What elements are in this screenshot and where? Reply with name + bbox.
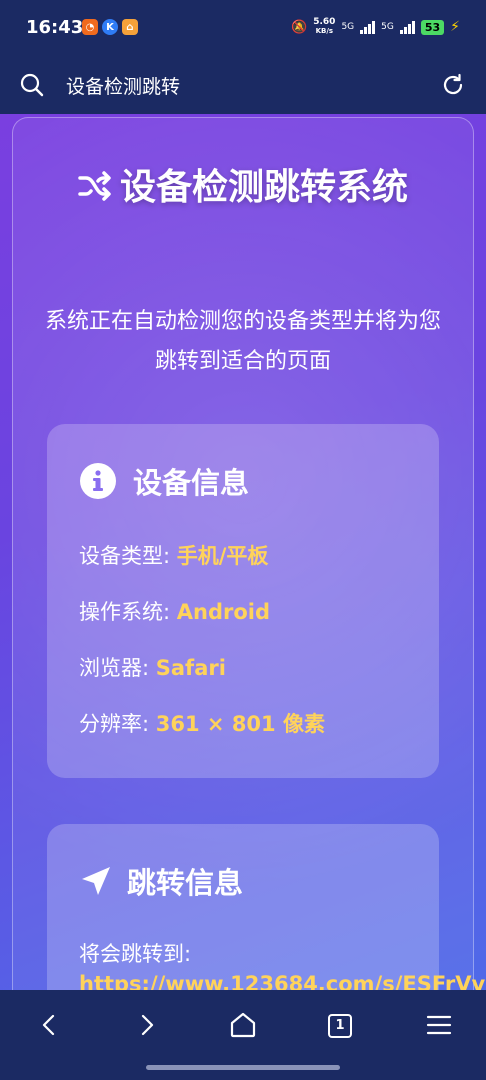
- app-k-icon: K: [102, 19, 118, 35]
- device-type-value: 手机/平板: [176, 544, 269, 568]
- resolution-value: 361 × 801 像素: [155, 712, 325, 736]
- main-container: 设备检测跳转系统 系统正在自动检测您的设备类型并将为您跳转到适合的页面 设备信息…: [12, 117, 485, 990]
- status-bar: 16:43 ◔ K ⌂ 🔕 5.60 KB/s 5G 5G 53 ⚡: [0, 0, 486, 56]
- tab-count-button[interactable]: 1: [328, 1014, 352, 1038]
- app-store-icon: ⌂: [122, 19, 138, 35]
- redirect-info-heading: 跳转信息: [79, 860, 243, 902]
- network-speed: 5.60 KB/s: [313, 18, 335, 36]
- status-indicators: 🔕 5.60 KB/s 5G 5G 53 ⚡: [291, 18, 460, 36]
- page-title: 设备检测跳转系统: [53, 160, 433, 216]
- os-value: Android: [176, 600, 271, 624]
- shuffle-icon: [78, 171, 111, 201]
- home-indicator[interactable]: [146, 1065, 340, 1070]
- device-info-heading-text: 设备信息: [133, 466, 250, 500]
- status-time: 16:43: [26, 17, 84, 38]
- device-type-row: 设备类型: 手机/平板: [79, 540, 268, 570]
- page-subtitle: 系统正在自动检测您的设备类型并将为您跳转到适合的页面: [44, 309, 441, 374]
- browser-row: 浏览器: Safari: [79, 652, 226, 682]
- address-text[interactable]: 设备检测跳转: [66, 72, 180, 99]
- resolution-label: 分辨率:: [79, 712, 156, 736]
- redirect-info-card: 跳转信息 将会跳转到: https://www.123684.com/s/ESF…: [47, 824, 485, 990]
- web-page: 设备检测跳转系统 系统正在自动检测您的设备类型并将为您跳转到适合的页面 设备信息…: [0, 114, 486, 990]
- resolution-row: 分辨率: 361 × 801 像素: [79, 708, 325, 738]
- device-info-heading: 设备信息: [79, 460, 249, 502]
- speed-unit: KB/s: [315, 27, 334, 35]
- os-row: 操作系统: Android: [79, 596, 270, 626]
- forward-icon[interactable]: [132, 1010, 162, 1040]
- device-type-label: 设备类型:: [79, 544, 177, 568]
- redirect-info-heading-text: 跳转信息: [127, 866, 244, 900]
- search-icon[interactable]: [20, 73, 44, 97]
- reload-icon[interactable]: [440, 72, 466, 98]
- home-icon[interactable]: [228, 1010, 258, 1040]
- charging-icon: ⚡: [450, 19, 460, 35]
- mute-icon: 🔕: [291, 19, 308, 35]
- menu-icon[interactable]: [424, 1010, 454, 1040]
- battery-icon: 53: [420, 19, 445, 35]
- device-info-card: 设备信息 设备类型: 手机/平板 操作系统: Android 浏览器: Safa…: [47, 424, 439, 778]
- network-type-1: 5G: [341, 22, 355, 32]
- status-app-icons: ◔ K ⌂: [82, 19, 138, 35]
- info-icon: [80, 463, 116, 499]
- redirect-label: 将会跳转到:: [79, 942, 192, 966]
- speed-value: 5.60: [313, 17, 336, 27]
- browser-label: 浏览器:: [79, 656, 156, 680]
- browser-value: Safari: [155, 656, 226, 680]
- location-arrow-icon: [82, 867, 110, 895]
- browser-address-bar: 设备检测跳转: [0, 56, 486, 114]
- signal-icon-1: [360, 20, 376, 34]
- os-label: 操作系统:: [79, 600, 177, 624]
- back-icon[interactable]: [34, 1010, 64, 1040]
- signal-icon-2: [399, 20, 415, 34]
- network-type-2: 5G: [381, 22, 394, 32]
- page-title-text: 设备检测跳转系统: [119, 167, 408, 208]
- redirect-link[interactable]: https://www.123684.com/s/ESFrVv: [79, 972, 485, 990]
- app-notification-icon: ◔: [82, 19, 98, 35]
